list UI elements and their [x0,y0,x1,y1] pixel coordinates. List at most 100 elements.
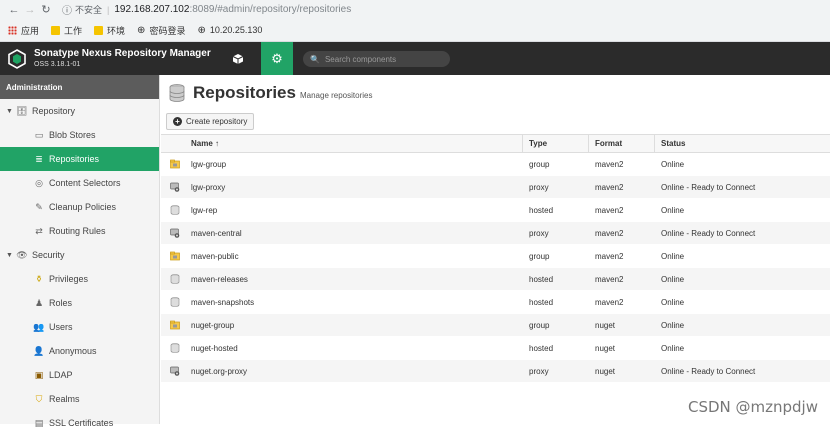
column-header-name[interactable]: Name ↑ [189,134,523,153]
search-input[interactable]: 🔍 Search components [303,51,450,67]
book-icon: ▣ [34,369,44,380]
back-icon[interactable]: ← [6,4,22,16]
table-row[interactable]: nuget-group group nuget Online [161,314,830,337]
repository-name: nuget-hosted [191,343,238,353]
nexus-logo-icon[interactable] [8,48,26,69]
column-header-format[interactable]: Format [589,134,655,153]
sidebar: Administration ▼ 🗄 Repository ▭ Blob Stores… [0,75,160,428]
sidebar-item-realms[interactable]: ⛉ Realms [0,387,159,411]
table-row[interactable]: lgw-group group maven2 Online [161,153,830,176]
bookmarks-bar: 应用 工作 环境 ⊕ 密码登录 ⊕ 10.20.25.130 [0,19,830,42]
folder-icon [51,25,61,35]
app-title: Sonatype Nexus Repository Manager [34,47,211,59]
table-row[interactable]: lgw-proxy proxy maven2 Online - Ready to Co… [161,176,830,199]
table-row[interactable]: maven-snapshots hosted maven2 Online [161,291,830,314]
sidebar-item-label: Cleanup Policies [49,202,117,212]
bookmark-label: 应用 [21,25,40,36]
hosted-repo-icon [161,297,189,307]
sidebar-group-label: Security [32,250,65,260]
repository-type: group [529,159,550,169]
table-header: Name ↑ Type Format Status [161,134,830,153]
bookmark-password-login[interactable]: ⊕ 密码登录 [137,24,185,37]
repository-status: Online [661,205,685,215]
search-icon: 🔍 [310,54,320,64]
sidebar-item-users[interactable]: 👥 Users [0,315,159,339]
info-icon[interactable]: ⓘ [62,2,72,17]
globe-icon: ⊕ [197,24,206,36]
repository-status: Online [661,297,685,307]
sidebar-item-ldap[interactable]: ▣ LDAP [0,363,159,387]
sidebar-item-label: Repositories [49,154,100,164]
repository-name: maven-releases [191,274,248,284]
repository-name: lgw-group [191,159,227,169]
table-row[interactable]: maven-public group maven2 Online [161,245,830,268]
sidebar-item-label: Realms [49,394,80,404]
sidebar-item-label: Blob Stores [49,130,96,140]
bookmark-env[interactable]: 环境 [94,24,125,37]
sidebar-group-security[interactable]: ▼ 👁 Security [0,243,159,267]
route-icon: ⇄ [35,225,43,236]
repository-type: proxy [529,182,549,192]
sidebar-item-ssl-certificates[interactable]: ▤ SSL Certificates [0,411,159,435]
app-brand: Sonatype Nexus Repository Manager OSS 3.… [34,48,211,70]
sidebar-item-label: LDAP [49,370,73,380]
repository-format: maven2 [595,228,624,238]
repositories-table: Name ↑ Type Format Status lgw-group group… [161,134,830,383]
sidebar-item-roles[interactable]: ♟ Roles [0,291,159,315]
repository-type: proxy [529,228,549,238]
bookmark-label: 环境 [107,25,126,36]
folder-icon [94,25,104,35]
selector-icon: ◎ [35,177,43,188]
table-row[interactable]: maven-central proxy maven2 Online - Ready t… [161,222,830,245]
column-header-status[interactable]: Status [655,139,830,148]
sidebar-item-content-selectors[interactable]: ◎ Content Selectors [0,171,159,195]
table-row[interactable]: nuget-hosted hosted nuget Online [161,337,830,360]
sidebar-item-routing-rules[interactable]: ⇄ Routing Rules [0,219,159,243]
create-repository-button[interactable]: + Create repository [166,113,255,130]
bookmark-apps[interactable]: 应用 [8,24,39,37]
table-row[interactable]: nuget.org-proxy proxy nuget Online - Ready … [161,360,830,383]
sidebar-item-cleanup-policies[interactable]: ✎ Cleanup Policies [0,195,159,219]
group-repo-icon [161,159,189,169]
column-header-type[interactable]: Type [523,134,589,153]
browser-chrome: ← → ↻ ⓘ 不安全 | 192.168.207.102:8089/#admi… [0,0,830,42]
repository-status: Online [661,159,685,169]
table-row[interactable]: lgw-rep hosted maven2 Online [161,199,830,222]
repository-name: nuget.org-proxy [191,366,248,376]
hosted-repo-icon [161,274,189,284]
proxy-repo-icon [161,366,189,376]
bookmark-ip[interactable]: ⊕ 10.20.25.130 [197,25,262,36]
table-row[interactable]: maven-releases hosted maven2 Online [161,268,830,291]
sidebar-item-label: Roles [49,298,73,308]
reload-icon[interactable]: ↻ [38,3,54,16]
sidebar-group-repository[interactable]: ▼ 🗄 Repository [0,99,159,123]
forward-icon[interactable]: → [22,4,38,16]
repository-status: Online - Ready to Connect [661,182,756,192]
repository-type: hosted [529,297,554,307]
sidebar-item-label: Content Selectors [49,178,121,188]
bookmark-label: 10.20.25.130 [209,25,263,35]
sidebar-title: Administration [0,75,159,99]
repository-type: group [529,320,550,330]
browse-mode-button[interactable] [222,42,254,75]
repository-status: Online - Ready to Connect [661,366,756,376]
hosted-repo-icon [161,205,189,215]
sidebar-item-privileges[interactable]: ⚱ Privileges [0,267,159,291]
sidebar-item-label: SSL Certificates [49,418,114,428]
repository-name: nuget-group [191,320,235,330]
url-path[interactable]: :8089/#admin/repository/repositories [189,4,351,15]
group-repo-icon [161,251,189,261]
users-icon: 👥 [33,321,45,332]
repository-name: maven-snapshots [191,297,255,307]
sidebar-item-repositories[interactable]: ≣ Repositories [0,147,159,171]
admin-mode-button[interactable]: ⚙ [261,42,293,75]
url-host[interactable]: 192.168.207.102 [114,4,189,15]
bookmark-work[interactable]: 工作 [51,24,82,37]
repository-format: nuget [595,366,616,376]
main-panel: Repositories Manage repositories + Creat… [161,75,830,424]
sidebar-item-blob-stores[interactable]: ▭ Blob Stores [0,123,159,147]
sidebar-item-anonymous[interactable]: 👤 Anonymous [0,339,159,363]
bookmark-label: 工作 [64,25,83,36]
medal-icon: ⚱ [35,273,43,284]
proxy-repo-icon [161,182,189,192]
